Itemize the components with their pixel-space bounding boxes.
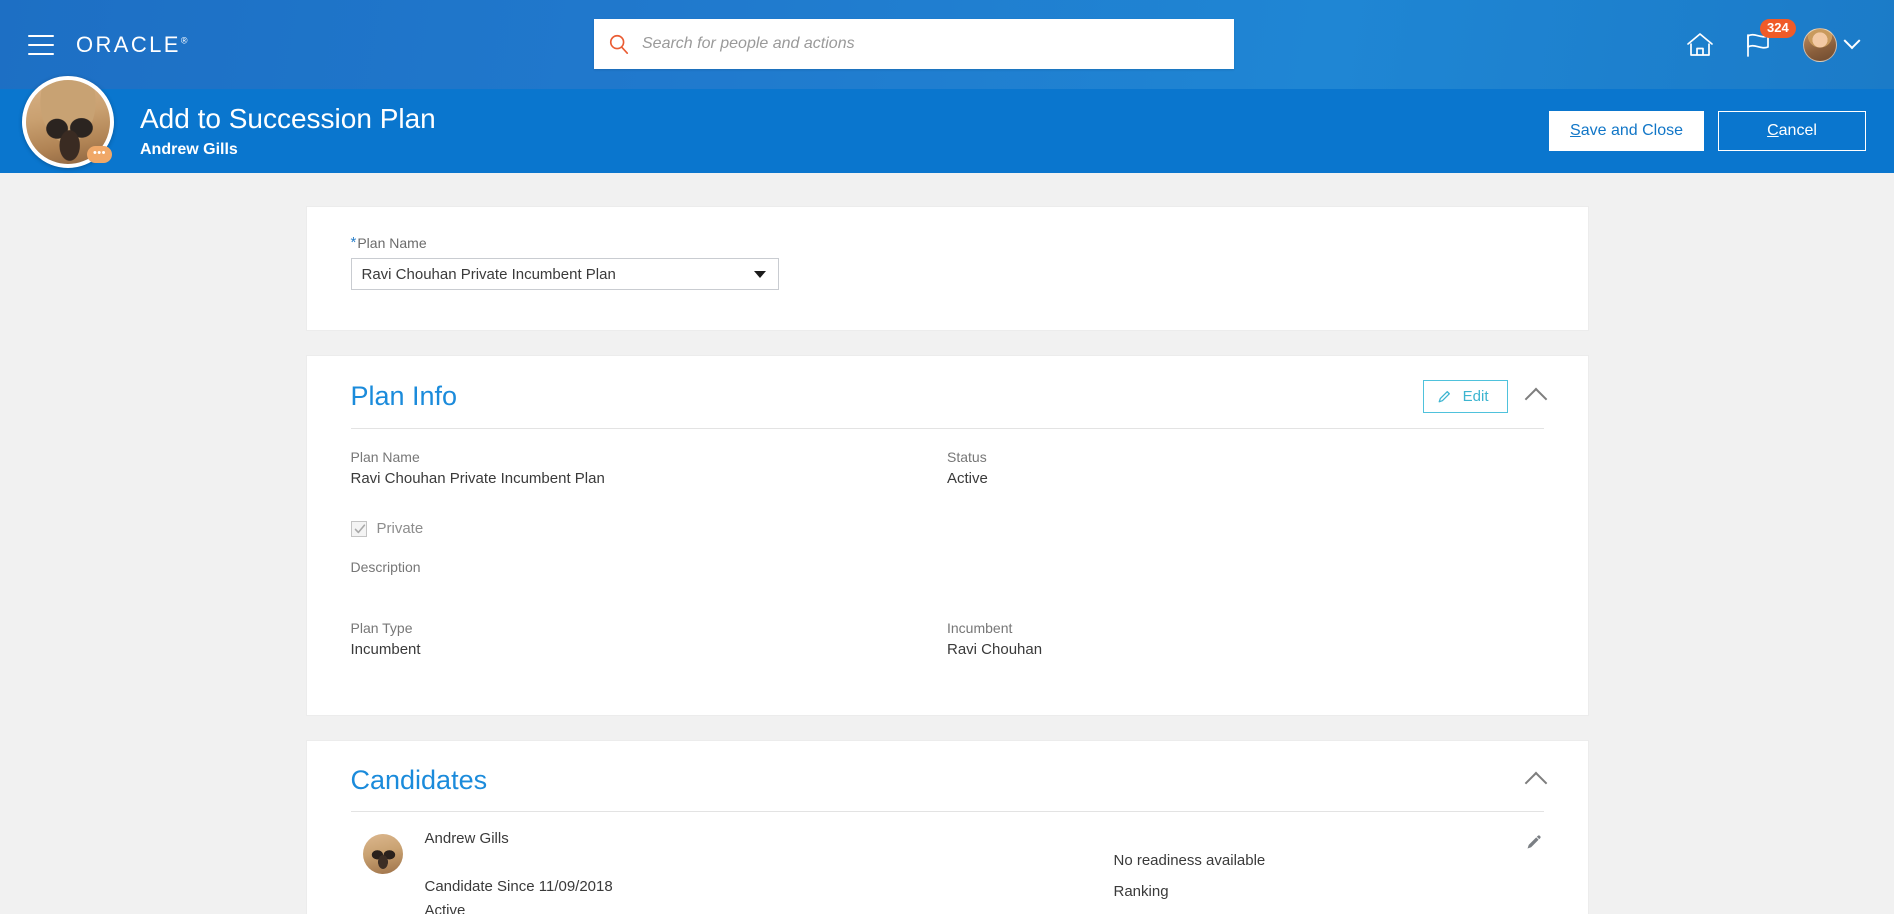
cancel-button[interactable]: Cancel bbox=[1718, 111, 1866, 151]
incumbent-col: Incumbent Ravi Chouhan bbox=[947, 620, 1544, 681]
status-value: Active bbox=[947, 470, 988, 487]
candidate-ranking: Ranking bbox=[1113, 883, 1169, 900]
plan-info-body: Plan Name Ravi Chouhan Private Incumbent… bbox=[307, 429, 1588, 715]
plan-name-readonly-value: Ravi Chouhan Private Incumbent Plan bbox=[350, 470, 605, 487]
plan-type-label: Plan Type bbox=[350, 620, 413, 636]
user-menu[interactable] bbox=[1803, 27, 1861, 62]
navigator-menu-button[interactable] bbox=[28, 34, 54, 55]
pencil-icon bbox=[1438, 391, 1450, 403]
private-checkbox-label: Private bbox=[376, 520, 424, 537]
description-col: Description bbox=[351, 559, 948, 620]
search-icon bbox=[609, 34, 629, 54]
candidate-avatar bbox=[362, 834, 403, 874]
candidates-card: Candidates Andrew Gills Candidate Since … bbox=[306, 741, 1588, 914]
registered-mark: ® bbox=[180, 35, 188, 46]
oracle-logo[interactable]: ORACLE® bbox=[76, 32, 188, 58]
triangle-down-icon bbox=[753, 271, 766, 278]
plan-info-col-right-spacer bbox=[947, 559, 1544, 620]
page-subtitle: Andrew Gills bbox=[140, 141, 238, 159]
candidate-readiness: No readiness available bbox=[1113, 852, 1266, 869]
plan-info-collapse-icon[interactable] bbox=[1524, 387, 1547, 411]
plan-info-col-right: Status Active bbox=[947, 449, 1544, 510]
pencil-icon bbox=[1527, 835, 1541, 849]
plan-info-row-3: Plan Type Incumbent Incumbent Ravi Chouh… bbox=[351, 620, 1544, 681]
hamburger-line bbox=[28, 34, 54, 37]
plan-info-row-2: Description bbox=[351, 559, 1544, 620]
incumbent-label: Incumbent bbox=[947, 620, 1013, 636]
candidates-collapse-icon[interactable] bbox=[1524, 771, 1547, 795]
plan-info-card: Plan Info Edit Plan Name Ravi Chouhan Pr… bbox=[306, 356, 1588, 715]
status-label: Status bbox=[947, 449, 987, 465]
save-accesskey: S bbox=[1570, 122, 1581, 140]
private-checkbox-row: Private bbox=[350, 520, 1544, 537]
candidate-readiness-block: No readiness available Ranking bbox=[1114, 830, 1544, 900]
candidates-title: Candidates bbox=[350, 765, 488, 795]
page-header-titles: Add to Succession Plan Andrew Gills bbox=[140, 102, 436, 160]
page-header: Add to Succession Plan Andrew Gills Save… bbox=[0, 76, 1894, 173]
plan-type-col: Plan Type Incumbent bbox=[351, 620, 948, 681]
chevron-down-icon bbox=[1843, 31, 1861, 49]
required-marker: * bbox=[350, 234, 357, 251]
plan-info-edit-label: Edit bbox=[1462, 388, 1489, 405]
private-checkbox bbox=[350, 520, 367, 537]
plan-info-actions: Edit bbox=[1422, 380, 1547, 413]
checkmark-icon bbox=[354, 523, 365, 533]
plan-name-select[interactable]: Ravi Chouhan Private Incumbent Plan bbox=[350, 258, 779, 290]
home-icon bbox=[1687, 32, 1713, 56]
plan-type-value: Incumbent bbox=[350, 641, 421, 658]
page-header-actions: Save and Close Cancel bbox=[1549, 111, 1894, 151]
page-content: *Plan Name Ravi Chouhan Private Incumben… bbox=[0, 173, 1894, 914]
plan-select-card: *Plan Name Ravi Chouhan Private Incumben… bbox=[306, 207, 1588, 330]
candidate-name: Andrew Gills bbox=[424, 830, 509, 847]
plan-info-col-left: Plan Name Ravi Chouhan Private Incumbent… bbox=[351, 449, 948, 510]
candidate-details: Andrew Gills Candidate Since 11/09/2018 … bbox=[425, 830, 1114, 914]
cancel-accesskey: C bbox=[1767, 122, 1779, 140]
plan-name-label-text: Plan Name bbox=[357, 235, 427, 251]
plan-name-field-label: *Plan Name bbox=[351, 235, 1544, 251]
plan-info-row-1: Plan Name Ravi Chouhan Private Incumbent… bbox=[351, 449, 1544, 510]
page-title: Add to Succession Plan bbox=[140, 103, 436, 135]
candidate-status: Active bbox=[424, 902, 466, 914]
candidates-list: Andrew Gills Candidate Since 11/09/2018 … bbox=[307, 812, 1588, 914]
global-header: ORACLE® 324 bbox=[0, 0, 1894, 89]
hamburger-line bbox=[28, 43, 54, 46]
description-label: Description bbox=[350, 559, 421, 575]
candidates-actions bbox=[1524, 770, 1547, 795]
plan-name-readonly-label: Plan Name bbox=[350, 449, 420, 465]
candidate-job-spacer bbox=[425, 854, 1114, 878]
table-row[interactable]: Andrew Gills Candidate Since 11/09/2018 … bbox=[351, 812, 1544, 914]
candidates-header: Candidates bbox=[307, 741, 1588, 796]
user-avatar bbox=[1803, 27, 1837, 62]
incumbent-value: Ravi Chouhan bbox=[947, 641, 1043, 658]
candidate-edit-button[interactable] bbox=[1525, 834, 1542, 851]
global-header-actions: 324 bbox=[1685, 18, 1872, 62]
plan-info-edit-button[interactable]: Edit bbox=[1422, 380, 1508, 413]
plan-name-selected-value: Ravi Chouhan Private Incumbent Plan bbox=[361, 265, 616, 283]
person-avatar[interactable] bbox=[22, 76, 114, 168]
home-button[interactable] bbox=[1685, 31, 1715, 59]
candidate-since: Candidate Since 11/09/2018 bbox=[424, 878, 613, 895]
plan-info-title: Plan Info bbox=[350, 381, 458, 411]
save-and-close-button[interactable]: Save and Close bbox=[1549, 111, 1704, 151]
plan-info-header: Plan Info Edit bbox=[307, 356, 1588, 413]
search-input[interactable] bbox=[640, 34, 1220, 54]
cancel-label-rest: ancel bbox=[1778, 122, 1817, 140]
global-search[interactable] bbox=[594, 19, 1234, 69]
notifications-button[interactable]: 324 bbox=[1743, 18, 1796, 59]
save-label-rest: ave and Close bbox=[1580, 122, 1683, 140]
description-value bbox=[351, 580, 948, 598]
hamburger-line bbox=[28, 52, 54, 55]
oracle-wordmark: ORACLE bbox=[76, 31, 181, 57]
notifications-count-badge: 324 bbox=[1760, 18, 1796, 39]
